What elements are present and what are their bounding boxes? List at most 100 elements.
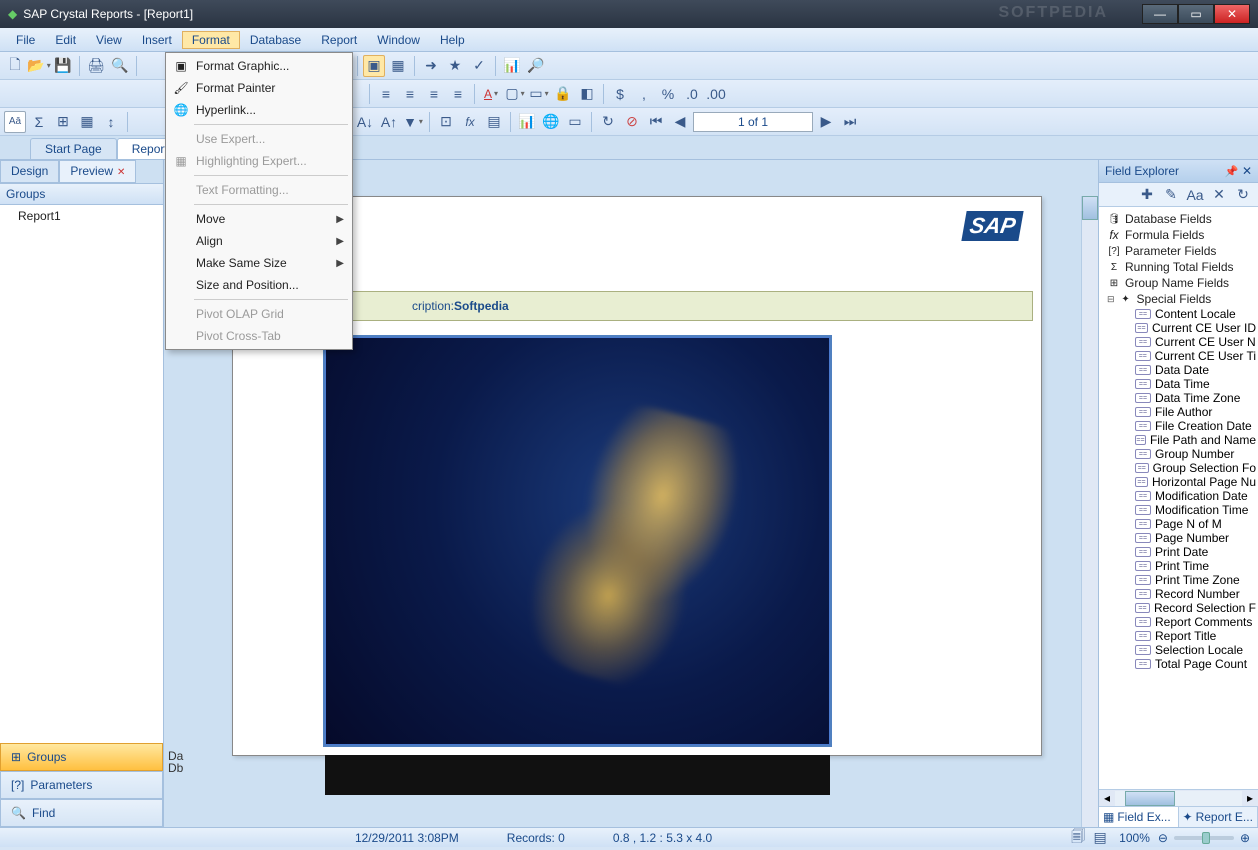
pin-icon[interactable]: 📌 xyxy=(1225,166,1239,178)
align-right-icon[interactable]: ≡ xyxy=(423,83,445,105)
special-field-item[interactable]: ==Current CE User ID xyxy=(1101,321,1256,335)
currency-icon[interactable]: $ xyxy=(609,83,631,105)
menu-format[interactable]: Format xyxy=(182,31,240,49)
text-field-icon[interactable]: Aā xyxy=(4,111,26,133)
find-icon[interactable]: 🔎 xyxy=(525,55,547,77)
special-field-item[interactable]: ==Page N of M xyxy=(1101,517,1256,531)
status-layout-icon[interactable]: ▤ xyxy=(1089,827,1111,849)
nav-first-icon[interactable]: ⏮ xyxy=(645,111,667,133)
menu-file[interactable]: File xyxy=(6,31,45,49)
check-icon[interactable]: ✓ xyxy=(468,55,490,77)
tab-report-explorer[interactable]: ✦Report E... xyxy=(1179,807,1258,827)
special-field-item[interactable]: ==Group Selection Fo xyxy=(1101,461,1256,475)
menu-window[interactable]: Window xyxy=(367,31,430,49)
tab-design[interactable]: Design xyxy=(0,160,59,183)
scroll-thumb[interactable] xyxy=(1082,196,1098,220)
menu-move[interactable]: Move▶ xyxy=(168,208,350,230)
tab-field-explorer[interactable]: ▦Field Ex... xyxy=(1099,807,1179,827)
node-database-fields[interactable]: 🛢Database Fields xyxy=(1101,211,1256,227)
menu-make-same-size[interactable]: Make Same Size▶ xyxy=(168,252,350,274)
new-icon[interactable]: 🗋 xyxy=(4,55,26,77)
special-field-item[interactable]: ==Total Page Count xyxy=(1101,657,1256,671)
fe-refresh-icon[interactable]: ↻ xyxy=(1232,184,1254,206)
align-left-icon[interactable]: ≡ xyxy=(375,83,397,105)
fe-rename-icon[interactable]: Aa xyxy=(1184,184,1206,206)
formula-icon[interactable]: fx xyxy=(459,111,481,133)
font-color-icon[interactable]: A xyxy=(480,83,502,105)
special-field-item[interactable]: ==Current CE User N xyxy=(1101,335,1256,349)
lock-icon[interactable]: 🔒 xyxy=(552,83,574,105)
select-expert-icon[interactable]: ⊡ xyxy=(435,111,457,133)
menu-insert[interactable]: Insert xyxy=(132,31,182,49)
panel-button-parameters[interactable]: [?]Parameters xyxy=(0,771,163,799)
menu-hyperlink[interactable]: 🌐Hyperlink... xyxy=(168,99,350,121)
zoom-in-icon[interactable]: ⊕ xyxy=(1240,831,1250,845)
menu-format-painter[interactable]: 🖌Format Painter xyxy=(168,77,350,99)
special-field-item[interactable]: ==Current CE User Ti xyxy=(1101,349,1256,363)
menu-help[interactable]: Help xyxy=(430,31,475,49)
crosstab-icon[interactable]: ▦ xyxy=(76,111,98,133)
menu-report[interactable]: Report xyxy=(311,31,367,49)
sort-desc-icon[interactable]: A↑ xyxy=(378,111,400,133)
open-icon[interactable]: 📂 xyxy=(28,55,50,77)
menu-align[interactable]: Align▶ xyxy=(168,230,350,252)
node-special-fields[interactable]: ⊟✦Special Fields xyxy=(1101,291,1256,307)
group-tree[interactable]: Report1 xyxy=(0,205,163,743)
vertical-scrollbar[interactable] xyxy=(1081,196,1098,827)
increase-decimal-icon[interactable]: .0 xyxy=(681,83,703,105)
nav-prev-icon[interactable]: ◀ xyxy=(669,111,691,133)
nav-next-icon[interactable]: ▶ xyxy=(815,111,837,133)
panel-button-groups[interactable]: ⊞Groups xyxy=(0,743,163,771)
zoom-out-icon[interactable]: ⊖ xyxy=(1158,831,1168,845)
special-field-item[interactable]: ==Content Locale xyxy=(1101,307,1256,321)
special-field-item[interactable]: ==Print Time xyxy=(1101,559,1256,573)
map-icon[interactable]: 🌐 xyxy=(540,111,562,133)
picture-icon[interactable]: ▭ xyxy=(564,111,586,133)
special-field-item[interactable]: ==Record Number xyxy=(1101,587,1256,601)
minimize-button[interactable]: — xyxy=(1142,4,1178,24)
page-indicator[interactable]: 1 of 1 xyxy=(693,112,813,132)
menu-edit[interactable]: Edit xyxy=(45,31,86,49)
special-field-item[interactable]: ==File Path and Name xyxy=(1101,433,1256,447)
field-explorer-tree[interactable]: 🛢Database Fields fxFormula Fields [?]Par… xyxy=(1099,207,1258,789)
special-field-item[interactable]: ==File Author xyxy=(1101,405,1256,419)
special-field-item[interactable]: ==Page Number xyxy=(1101,531,1256,545)
export-icon[interactable]: ➜ xyxy=(420,55,442,77)
panel-icon[interactable]: ▦ xyxy=(387,55,409,77)
selected-graphic[interactable] xyxy=(325,337,830,745)
special-field-item[interactable]: ==Modification Time xyxy=(1101,503,1256,517)
special-field-item[interactable]: ==Group Number xyxy=(1101,447,1256,461)
zoom-slider[interactable] xyxy=(1174,836,1234,840)
special-field-item[interactable]: ==Modification Date xyxy=(1101,489,1256,503)
menu-database[interactable]: Database xyxy=(240,31,311,49)
panel-button-find[interactable]: 🔍Find xyxy=(0,799,163,827)
fe-new-icon[interactable]: ✚ xyxy=(1136,184,1158,206)
highlight-icon[interactable]: ◧ xyxy=(576,83,598,105)
toggle-panel-icon[interactable]: ▣ xyxy=(363,55,385,77)
special-field-item[interactable]: ==Data Time Zone xyxy=(1101,391,1256,405)
menu-format-graphic[interactable]: ▣Format Graphic... xyxy=(168,55,350,77)
special-field-item[interactable]: ==Print Date xyxy=(1101,545,1256,559)
special-field-item[interactable]: ==Data Time xyxy=(1101,377,1256,391)
favorite-icon[interactable]: ★ xyxy=(444,55,466,77)
special-field-item[interactable]: ==Horizontal Page Nu xyxy=(1101,475,1256,489)
tab-preview[interactable]: Preview✕ xyxy=(59,160,136,183)
fe-delete-icon[interactable]: ✕ xyxy=(1208,184,1230,206)
panel-close-icon[interactable]: ✕ xyxy=(1242,164,1252,178)
special-field-item[interactable]: ==Record Selection F xyxy=(1101,601,1256,615)
sum-icon[interactable]: Σ xyxy=(28,111,50,133)
close-button[interactable]: ✕ xyxy=(1214,4,1250,24)
special-field-item[interactable]: ==Selection Locale xyxy=(1101,643,1256,657)
preview-icon[interactable]: 🔍 xyxy=(109,55,131,77)
chart-icon[interactable]: 📊 xyxy=(501,55,523,77)
node-formula-fields[interactable]: fxFormula Fields xyxy=(1101,227,1256,243)
fill-icon[interactable]: ▭ xyxy=(528,83,550,105)
maximize-button[interactable]: ▭ xyxy=(1178,4,1214,24)
node-running-total-fields[interactable]: ΣRunning Total Fields xyxy=(1101,259,1256,275)
fe-edit-icon[interactable]: ✎ xyxy=(1160,184,1182,206)
menu-view[interactable]: View xyxy=(86,31,132,49)
close-preview-icon[interactable]: ✕ xyxy=(117,167,125,178)
group-icon[interactable]: ⊞ xyxy=(52,111,74,133)
special-field-item[interactable]: ==Print Time Zone xyxy=(1101,573,1256,587)
zoom-thumb[interactable] xyxy=(1202,832,1210,844)
